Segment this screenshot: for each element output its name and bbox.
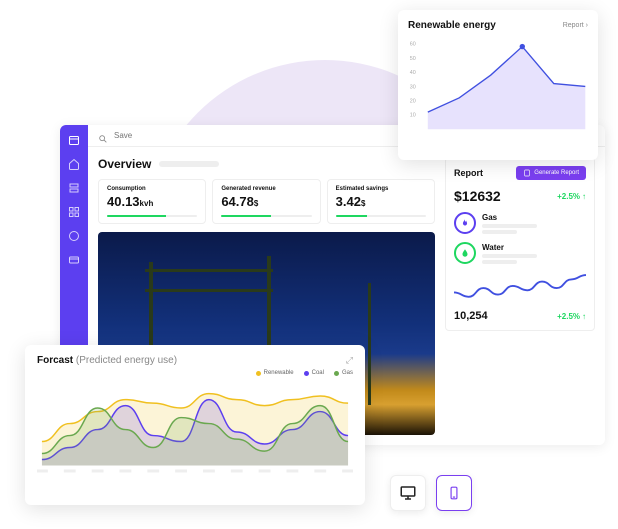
renewable-report-link[interactable]: Report ›	[563, 22, 588, 29]
placeholder-bar	[482, 254, 537, 258]
placeholder-bar	[482, 230, 517, 234]
expand-icon[interactable]: ⤢	[346, 355, 353, 366]
mobile-device-button[interactable]	[436, 475, 472, 511]
report-title: Report	[454, 168, 483, 178]
svg-text:10: 10	[410, 113, 416, 119]
metric-label: Generated revenue	[221, 186, 311, 192]
search-icon	[98, 131, 108, 141]
sidebar-item-grid[interactable]	[67, 205, 81, 219]
svg-text:20: 20	[410, 99, 416, 105]
svg-text:50: 50	[410, 56, 416, 62]
arrow-up-icon: ↑	[582, 192, 586, 201]
sidebar-item-home[interactable]	[67, 157, 81, 171]
overview-header: Overview	[98, 157, 435, 171]
metrics-row: Consumption 40.13kvh Generated revenue 6…	[98, 179, 435, 224]
renewable-chart: 10 20 30 40 50 60	[408, 31, 588, 141]
flame-icon	[454, 212, 476, 234]
placeholder-bar	[482, 224, 537, 228]
metric-revenue[interactable]: Generated revenue 64.78$	[212, 179, 320, 224]
metric-savings[interactable]: Estimated savings 3.42$	[327, 179, 435, 224]
sidebar-item-browser[interactable]	[67, 229, 81, 243]
resource-water[interactable]: Water	[454, 242, 586, 264]
sidebar-item-card[interactable]	[67, 253, 81, 267]
resource-gas[interactable]: Gas	[454, 212, 586, 234]
forecast-title: Forcast (Predicted energy use)	[37, 355, 177, 366]
forecast-chart	[37, 376, 353, 481]
document-icon	[523, 169, 531, 177]
svg-text:60: 60	[410, 42, 416, 48]
report-amount: $12632	[454, 188, 501, 204]
placeholder-bar	[482, 260, 517, 264]
report-sparkline	[454, 272, 586, 302]
metric-label: Estimated savings	[336, 186, 426, 192]
device-switcher	[390, 475, 472, 511]
arrow-up-icon: ↑	[582, 312, 586, 321]
placeholder-bar	[159, 161, 219, 167]
svg-text:40: 40	[410, 70, 416, 76]
metric-value: 3.42$	[336, 194, 426, 209]
metric-value: 64.78$	[221, 194, 311, 209]
droplet-icon	[454, 242, 476, 264]
metric-label: Consumption	[107, 186, 197, 192]
report-panel: Report Generate Report $12632 +2.5% ↑	[445, 157, 595, 331]
metric-consumption[interactable]: Consumption 40.13kvh	[98, 179, 206, 224]
sidebar-item-layers[interactable]	[67, 181, 81, 195]
generate-report-button[interactable]: Generate Report	[516, 166, 586, 180]
report-bottom-value: 10,254	[454, 310, 488, 322]
monitor-icon	[399, 484, 417, 502]
overview-title: Overview	[98, 157, 151, 171]
renewable-title: Renewable energy	[408, 20, 496, 31]
forecast-card: Forcast (Predicted energy use) ⤢ Renewab…	[25, 345, 365, 505]
progress-fill	[107, 215, 166, 217]
sidebar-item-calendar[interactable]	[67, 133, 81, 147]
renewable-energy-card: Renewable energy Report › 10 20 30 40 50 60	[398, 10, 598, 160]
desktop-device-button[interactable]	[390, 475, 426, 511]
report-bottom-change: +2.5% ↑	[557, 312, 586, 321]
resource-name: Water	[482, 243, 586, 252]
mobile-icon	[447, 484, 461, 502]
progress-fill	[221, 215, 271, 217]
svg-text:30: 30	[410, 84, 416, 90]
metric-value: 40.13kvh	[107, 194, 197, 209]
resource-name: Gas	[482, 213, 586, 222]
report-change: +2.5% ↑	[557, 192, 586, 201]
progress-fill	[336, 215, 368, 217]
